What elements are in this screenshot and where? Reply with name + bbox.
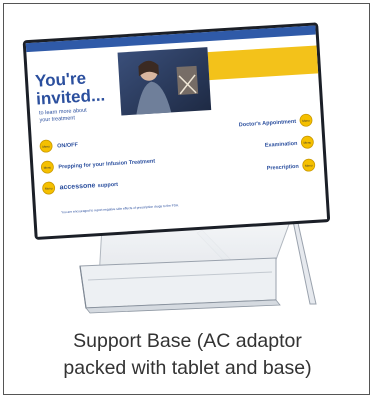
product-card: You're invited... to learn more about yo… [3,3,370,395]
svg-text:Menu: Menu [45,186,53,190]
tablet-device: You're invited... to learn more about yo… [22,22,331,240]
svg-text:Menu: Menu [302,118,310,122]
caption-line1: Support Base (AC adaptor [73,330,302,352]
caption-line2: packed with tablet and base) [63,357,312,379]
svg-text:Menu: Menu [305,163,313,167]
svg-text:Menu: Menu [44,165,52,169]
menu-item-label: support [97,182,118,189]
caption: Support Base (AC adaptor packed with tab… [4,328,371,382]
svg-text:Menu: Menu [304,140,312,144]
tablet-on-stand-illustration: You're invited... to learn more about yo… [22,22,331,314]
svg-text:Menu: Menu [42,144,50,148]
